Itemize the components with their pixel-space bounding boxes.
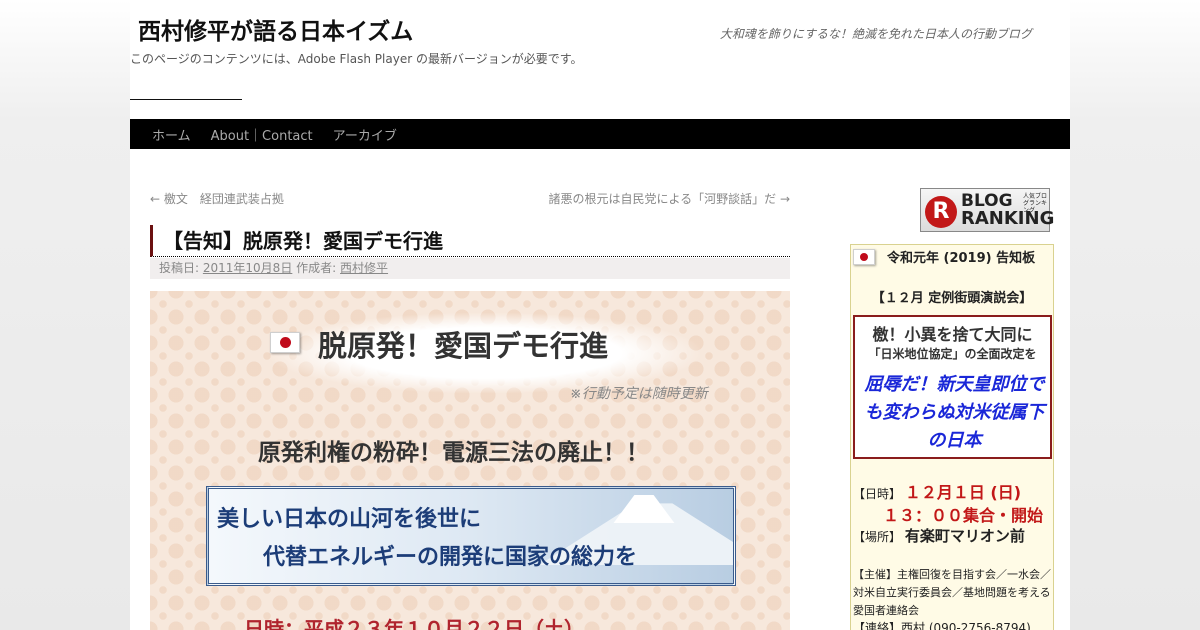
notice-board-heading: 令和元年 (2019) 告知板 [887,251,1036,266]
notice-message-box: 檄！小異を捨て大同に 「日米地位協定」の全面改定を 屈辱だ！新天皇即位でも変わら… [853,315,1052,459]
event-place-value: 有楽町マリオン前 [904,527,1025,545]
post-meta: 投稿日: 2011年10月8日 作成者: 西村修平 [150,258,790,279]
previous-post-link[interactable]: ← 檄文 経団連武装占拠 [150,190,284,207]
event-time-value: １３：００集合・開始 [883,506,1044,525]
banner-slogan: 原発利権の粉砕！電源三法の廃止！！ [258,440,649,466]
japan-flag-icon [853,249,875,265]
nav-item-about-contact[interactable]: About｜Contact [201,125,323,144]
event-place-row: 【場所】 有楽町マリオン前 [853,525,1025,546]
event-date-row: 【日時】 １２月１日 (日) [853,479,1021,503]
banner-update-note: ※行動予定は随時更新 [570,386,708,402]
posted-on-label: 投稿日: [159,261,200,275]
event-place-label: 【場所】 [853,530,902,544]
demo-announcement-banner: 脱原発！愛国デモ行進 ※行動予定は随時更新 原発利権の粉砕！電源三法の廃止！！ … [150,291,790,630]
site-title[interactable]: 西村修平が語る日本イズム [138,12,413,46]
event-date-value: １２月１日 (日) [904,483,1022,502]
event-host-text: 【主催】主権回復を目指す会／一水会／対米自立実行委員会／基地問題を考える愛国者連… [853,568,1051,617]
blog-ranking-badge[interactable]: R BLOG 人気ブログランキング RANKING [920,188,1054,232]
post-date-link[interactable]: 2011年10月8日 [203,261,292,275]
event-time-row: １３：００集合・開始 [883,502,1043,526]
japan-flag-icon [270,332,300,353]
header-divider [130,99,242,100]
banner-box-line-2: 代替エネルギーの開発に国家の総力を [263,545,638,570]
notice-box-line-1: 檄！小異を捨て大同に [872,325,1033,344]
sidebar-notice-board: 令和元年 (2019) 告知板 【１２月 定例街頭演説会】 檄！小異を捨て大同に… [850,244,1054,630]
page-wrapper: 西村修平が語る日本イズム 大和魂を飾りにするな！絶滅を免れた日本人の行動ブログ … [130,0,1070,630]
notice-box-line-2: 「日米地位協定」の全面改定を [868,347,1037,361]
next-post-link[interactable]: 諸悪の根元は自民党による「河野談話」だ → [548,190,790,207]
main-nav: ホーム About｜Contact アーカイブ [130,119,1070,149]
nav-item-archive[interactable]: アーカイブ [323,125,407,144]
ranking-ranking-text: RANKING [961,208,1055,229]
event-date-label: 【日時】 [853,487,902,501]
notice-board-subheading: 【１２月 定例街頭演説会】 [871,291,1033,306]
site-description: 大和魂を飾りにするな！絶滅を免れた日本人の行動ブログ [719,27,1032,41]
author-label: 作成者: [296,261,337,275]
ranking-r-icon: R [925,196,957,228]
notice-box-line-3: 屈辱だ！新天皇即位でも変わらぬ対米従属下の日本 [864,374,1045,451]
banner-message-box: 美しい日本の山河を後世に 代替エネルギーの開発に国家の総力を [206,486,736,586]
banner-date-line: 日時：平成２３年１０月２２日（土） [244,617,584,630]
banner-box-line-1: 美しい日本の山河を後世に [217,507,482,532]
banner-title: 脱原発！愛国デモ行進 [318,329,609,363]
flash-player-notice: このページのコンテンツには、Adobe Flash Player の最新バージョ… [130,52,583,66]
event-contact-text: 【連絡】西村 (090-2756-8794) [853,621,1031,630]
post-author-link[interactable]: 西村修平 [340,261,388,275]
nav-item-home[interactable]: ホーム [142,125,201,144]
post-title: 【告知】脱原発！愛国デモ行進 [150,225,790,257]
